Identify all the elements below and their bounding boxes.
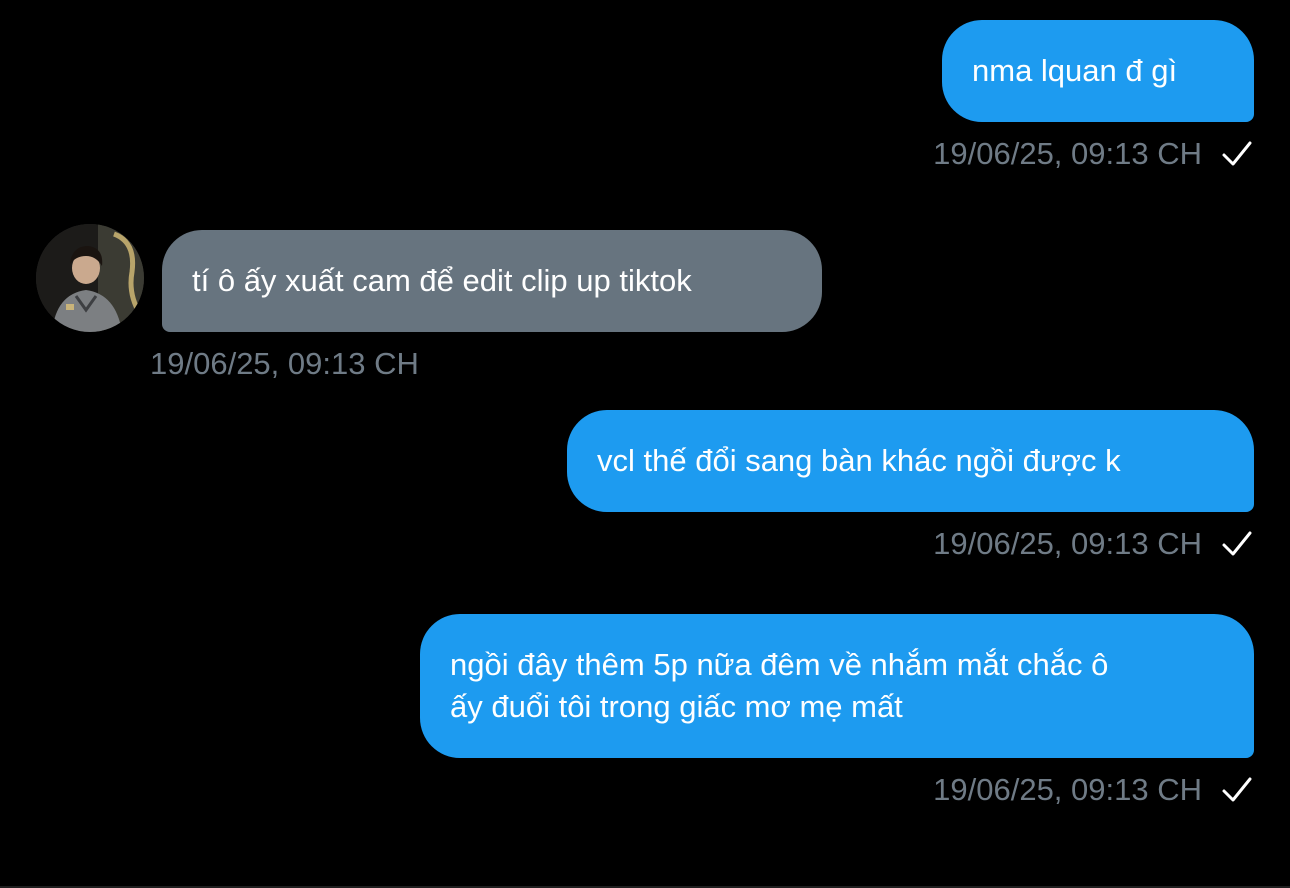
message-timestamp: 19/06/25, 09:13 CH	[933, 136, 1202, 171]
message-text-line: ngồi đây thêm 5p nữa đêm về nhắm mắt chắ…	[450, 647, 1109, 682]
avatar[interactable]	[36, 224, 144, 332]
message-meta: 19/06/25, 09:13 CH	[933, 136, 1254, 172]
message-text: nma lquan đ gì	[972, 53, 1178, 88]
outgoing-message[interactable]: ngồi đây thêm 5p nữa đêm về nhắm mắt chắ…	[420, 614, 1254, 758]
checkmark-icon	[1222, 141, 1252, 166]
incoming-message[interactable]: tí ô ấy xuất cam để edit clip up tiktok	[162, 230, 822, 332]
message-timestamp: 19/06/25, 09:13 CH	[933, 526, 1202, 561]
message-meta: 19/06/25, 09:13 CH	[150, 346, 419, 382]
message-text: tí ô ấy xuất cam để edit clip up tiktok	[192, 263, 692, 298]
outgoing-message[interactable]: nma lquan đ gì	[942, 20, 1254, 122]
message-text-line: ấy đuổi tôi trong giấc mơ mẹ mất	[450, 689, 903, 724]
message-text: vcl thế đổi sang bàn khác ngồi được k	[597, 443, 1121, 478]
avatar-image	[36, 224, 144, 332]
checkmark-icon	[1222, 531, 1252, 556]
message-meta: 19/06/25, 09:13 CH	[933, 526, 1254, 562]
message-meta: 19/06/25, 09:13 CH	[933, 772, 1254, 808]
outgoing-message[interactable]: vcl thế đổi sang bàn khác ngồi được k	[567, 410, 1254, 512]
message-thread: nma lquan đ gì 19/06/25, 09:13 CH tí ô ấ…	[0, 0, 1290, 888]
message-timestamp: 19/06/25, 09:13 CH	[150, 346, 419, 381]
checkmark-icon	[1222, 777, 1252, 802]
message-timestamp: 19/06/25, 09:13 CH	[933, 772, 1202, 807]
